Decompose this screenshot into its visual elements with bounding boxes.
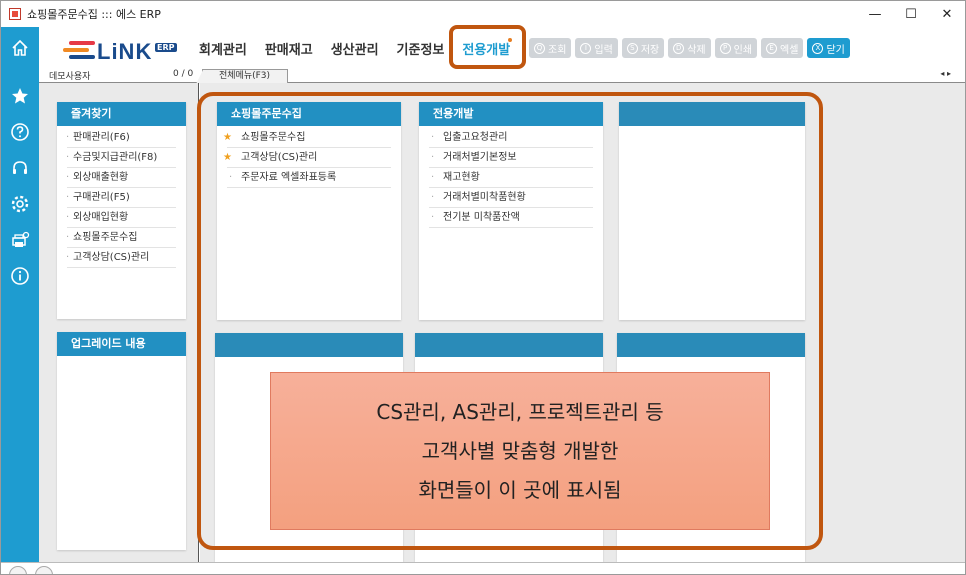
window-title: 쇼핑몰주문수집 ::: 에스 ERP <box>27 8 161 21</box>
help-icon[interactable] <box>9 121 31 143</box>
favorites-title: 즐겨찾기 <box>57 102 186 126</box>
favorite-item[interactable]: 외상매입현황 <box>66 208 176 228</box>
input-icon: I <box>580 42 592 54</box>
favorite-item[interactable]: 외상매출현황 <box>66 168 176 188</box>
input-button[interactable]: I 입력 <box>575 38 618 58</box>
nav-highlight-box <box>449 25 526 69</box>
bottom-bar <box>1 562 965 574</box>
favorites-list: 판매관리(F6) 수금및지급관리(F8) 외상매출현황 구매관리(F5) 외상매… <box>57 126 186 268</box>
nav-master-data[interactable]: 기준정보 <box>397 39 445 58</box>
print-button[interactable]: P 인쇄 <box>714 38 758 58</box>
upgrade-card: 업그레이드 내용 <box>57 332 186 550</box>
printer-settings-icon[interactable] <box>9 229 31 251</box>
icon-sidebar <box>1 27 39 574</box>
excel-icon: E <box>766 42 778 54</box>
query-button[interactable]: Q 조회 <box>529 38 572 58</box>
favorite-item[interactable]: 판매관리(F6) <box>66 128 176 148</box>
info-icon[interactable] <box>9 265 31 287</box>
logo-mark <box>61 41 95 59</box>
save-icon: S <box>626 42 638 54</box>
save-label: 저장 <box>640 44 660 56</box>
headset-icon[interactable] <box>9 157 31 179</box>
tab-all-menu[interactable]: 전체메뉴(F3) <box>196 69 288 84</box>
tab-scroll-arrows[interactable]: ◂ ▸ <box>940 69 951 78</box>
user-label: 데모사용자 <box>49 72 91 82</box>
close-button[interactable]: X 닫기 <box>807 38 850 58</box>
header: LiNK ERP 회계관리 판매재고 생산관리 기준정보 전용개발 Q 조회 I입… <box>39 25 965 69</box>
nav-accounting[interactable]: 회계관리 <box>199 39 247 58</box>
favorites-card: 즐겨찾기 판매관리(F6) 수금및지급관리(F8) 외상매출현황 구매관리(F5… <box>57 102 186 319</box>
delete-button[interactable]: D 삭제 <box>668 38 711 58</box>
close-label: 닫기 <box>826 44 845 56</box>
bottom-circle-button[interactable] <box>35 566 53 574</box>
nav-sales-inventory[interactable]: 판매재고 <box>265 39 313 58</box>
logo-erp-badge: ERP <box>155 43 177 52</box>
logo: LiNK ERP <box>59 33 179 65</box>
print-label: 인쇄 <box>733 44 753 56</box>
close-window-button[interactable]: ✕ <box>929 1 965 27</box>
delete-icon: D <box>673 42 685 54</box>
favorite-item[interactable]: 구매관리(F5) <box>66 188 176 208</box>
annotation-overlay: CS관리, AS관리, 프로젝트관리 등 고객사별 맞춤형 개발한 화면들이 이… <box>270 372 770 530</box>
query-icon: Q <box>534 42 545 54</box>
query-label: 조회 <box>548 44 567 56</box>
favorite-item[interactable]: 수금및지급관리(F8) <box>66 148 176 168</box>
subheader: 데모사용자 0 / 0 전체메뉴(F3) ◂ ▸ <box>39 69 965 84</box>
bottom-circle-button[interactable] <box>9 566 27 574</box>
upgrade-title: 업그레이드 내용 <box>57 332 186 356</box>
settings-icon[interactable] <box>9 193 31 215</box>
toolbar: Q 조회 I 입력 S 저장 D 삭제 P 인쇄 E 엑셀 X 닫기 <box>529 38 854 58</box>
favorite-item[interactable]: 고객상담(CS)관리 <box>66 248 176 268</box>
user-count: 0 / 0 <box>173 69 194 79</box>
annotation-line: CS관리, AS관리, 프로젝트관리 등 <box>376 399 664 424</box>
annotation-line: 고객사별 맞춤형 개발한 <box>421 438 619 463</box>
title-bar: 쇼핑몰주문수집 ::: 에스 ERP — ☐ ✕ <box>1 1 965 27</box>
save-button[interactable]: S 저장 <box>621 38 665 58</box>
left-panel: 즐겨찾기 판매관리(F6) 수금및지급관리(F8) 외상매출현황 구매관리(F5… <box>39 83 199 562</box>
favorite-item[interactable]: 쇼핑몰주문수집 <box>66 228 176 248</box>
logo-text: LiNK <box>97 39 153 64</box>
excel-label: 엑셀 <box>780 44 799 56</box>
nav-new-dot <box>508 38 512 42</box>
annotation-line: 화면들이 이 곳에 표시됨 <box>418 477 622 502</box>
window-controls: — ☐ ✕ <box>857 1 965 27</box>
app-icon <box>9 8 21 20</box>
nav-production[interactable]: 생산관리 <box>331 39 379 58</box>
delete-label: 삭제 <box>687 44 706 56</box>
home-icon[interactable] <box>9 37 31 59</box>
app-window: 쇼핑몰주문수집 ::: 에스 ERP — ☐ ✕ LiNK ERP 회계관리 판… <box>0 0 966 575</box>
star-icon[interactable] <box>9 85 31 107</box>
input-label: 입력 <box>594 44 613 56</box>
excel-button[interactable]: E 엑셀 <box>761 38 804 58</box>
minimize-button[interactable]: — <box>857 1 893 27</box>
print-icon: P <box>719 42 731 54</box>
maximize-button[interactable]: ☐ <box>893 1 929 27</box>
close-icon: X <box>812 42 824 54</box>
